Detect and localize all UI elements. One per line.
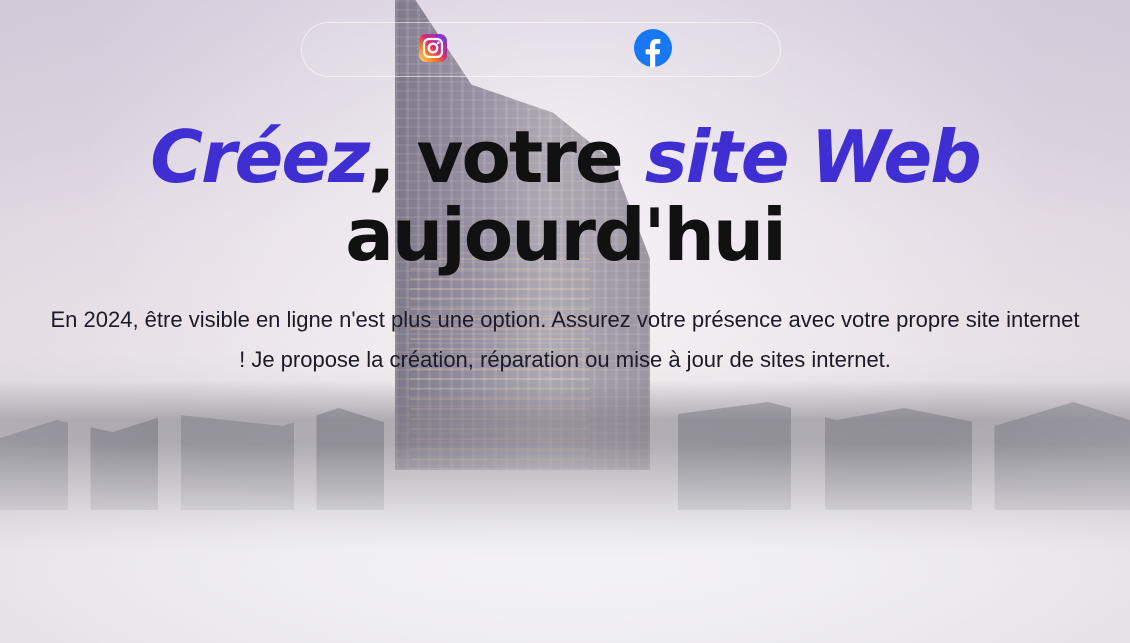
headline-your: , votre bbox=[368, 115, 645, 199]
instagram-icon bbox=[419, 33, 447, 62]
headline-today: aujourd'hui bbox=[345, 193, 787, 277]
instagram-link[interactable] bbox=[419, 33, 447, 66]
headline-website: site Web bbox=[644, 115, 982, 199]
hero-description: En 2024, être visible en ligne n'est plu… bbox=[50, 307, 1080, 372]
headline-create: Créez bbox=[150, 115, 370, 199]
hero-headline: Créez, votre site Web aujourd'hui bbox=[0, 118, 1130, 274]
social-links-bar bbox=[301, 22, 781, 77]
facebook-link[interactable] bbox=[634, 28, 672, 71]
facebook-icon bbox=[634, 28, 672, 67]
